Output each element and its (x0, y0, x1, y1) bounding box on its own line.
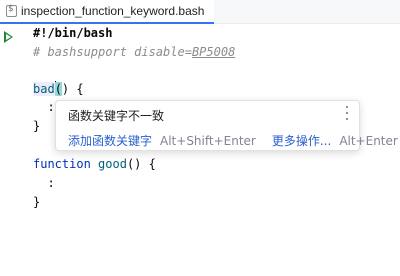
inspection-code-link[interactable]: BP5008 (192, 45, 235, 59)
inspection-message: 函数关键字不一致 (68, 109, 165, 123)
code-line-8-rest: () { (126, 157, 156, 171)
popup-actions: 添加函数关键字 Alt+Shift+Enter 更多操作... Alt+Ente… (68, 132, 398, 149)
code-body-colon: : (33, 100, 55, 114)
code-line-1: #!/bin/bash (33, 26, 112, 45)
code-line-4: bad() { (33, 81, 84, 100)
run-icon[interactable] (4, 31, 13, 43)
more-actions-shortcut: Alt+Enter (339, 133, 398, 148)
function-name-good: good (98, 157, 127, 171)
code-line-5: : (33, 100, 55, 119)
matched-paren: ( (54, 82, 62, 96)
more-actions-link[interactable]: 更多操作... (272, 132, 331, 149)
editor-tab-bar: inspection_function_keyword.bash (0, 0, 400, 24)
more-vertical-icon[interactable] (345, 106, 349, 120)
shell-file-icon (6, 4, 17, 17)
editor-tab[interactable]: inspection_function_keyword.bash (0, 0, 215, 24)
code-line-6: } (33, 119, 40, 138)
action-shortcut: Alt+Shift+Enter (160, 133, 256, 148)
function-keyword: function (33, 157, 91, 171)
code-body-colon: : (33, 176, 55, 190)
editor-gutter (0, 24, 22, 276)
code-line-10: } (33, 195, 40, 214)
closing-brace: } (33, 195, 41, 209)
code-line-2: # bashsupport disable=BP5008 (33, 45, 235, 64)
code-line-8: function good() { (33, 157, 156, 176)
code-line-4-rest: ) { (61, 82, 84, 96)
shebang: #!/bin/bash (33, 26, 113, 40)
function-name-bad: bad (33, 82, 55, 96)
add-function-keyword-action[interactable]: 添加函数关键字 (68, 132, 152, 149)
inspection-popup: 函数关键字不一致 添加函数关键字 Alt+Shift+Enter 更多操作...… (55, 100, 398, 151)
comment-text: # bashsupport disable= (33, 45, 192, 59)
tab-filename: inspection_function_keyword.bash (21, 4, 205, 18)
code-line-9: : (33, 176, 55, 195)
closing-brace: } (33, 119, 41, 133)
